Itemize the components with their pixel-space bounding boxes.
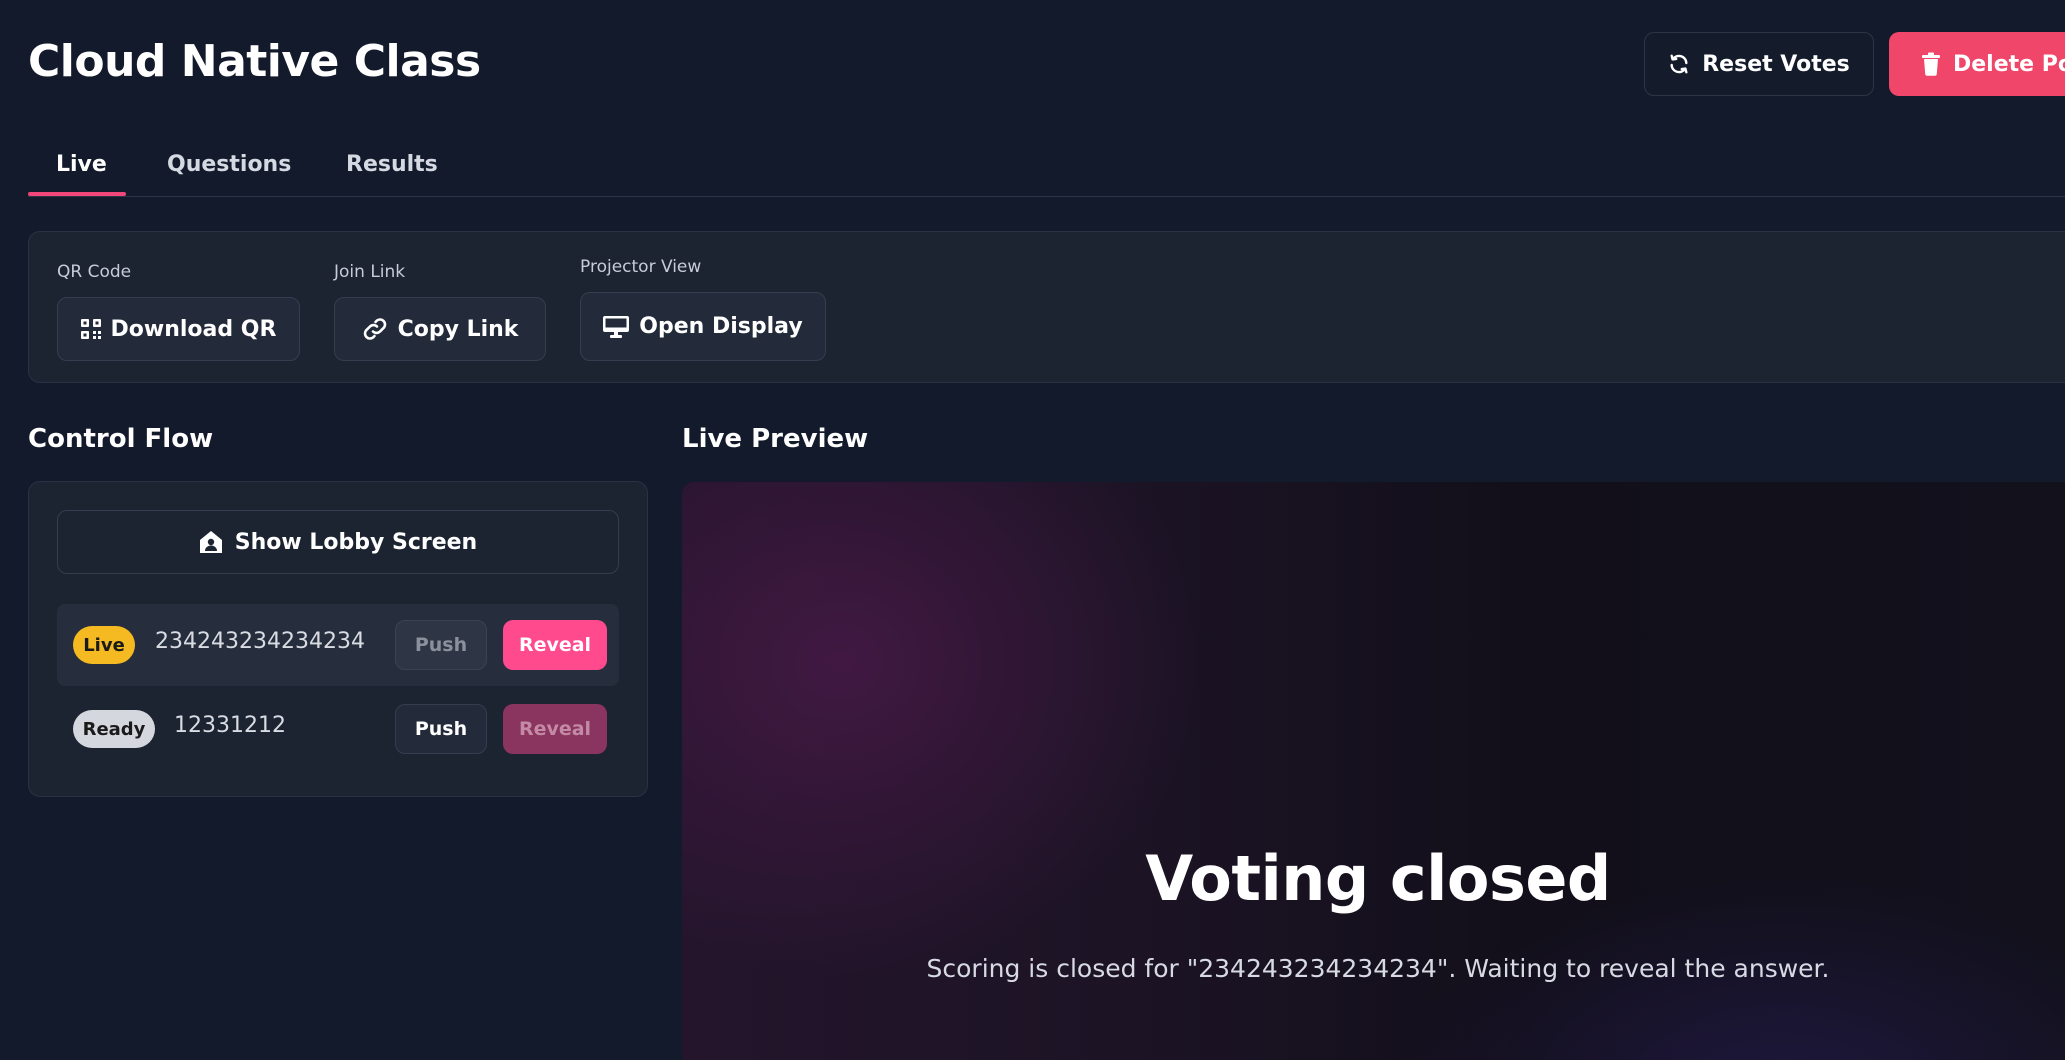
qr-code-label: QR Code (57, 262, 132, 282)
page-title: Cloud Native Class (28, 36, 481, 87)
join-link-label: Join Link (334, 262, 406, 282)
download-qr-button[interactable]: Download QR (57, 297, 300, 361)
projector-view-label: Projector View (580, 257, 702, 277)
status-badge: Ready (73, 710, 155, 748)
open-display-button[interactable]: Open Display (580, 292, 826, 361)
question-text: 12331212 (174, 713, 286, 738)
control-flow-title: Control Flow (28, 424, 214, 454)
question-row: Live 234243234234234 Push Reveal (57, 604, 619, 686)
page: Cloud Native Class Reset Votes Delete Po… (0, 0, 2065, 1060)
open-display-label: Open Display (639, 314, 803, 339)
reset-votes-button[interactable]: Reset Votes (1644, 32, 1874, 96)
monitor-icon (603, 315, 630, 338)
live-preview-screen: Voting closed Scoring is closed for "234… (682, 482, 2065, 1060)
control-flow-panel: Show Lobby Screen Live 234243234234234 P… (28, 481, 648, 797)
show-lobby-button[interactable]: Show Lobby Screen (57, 510, 619, 574)
qr-code-icon (80, 319, 101, 339)
active-tab-indicator (28, 192, 126, 196)
trash-icon (1921, 52, 1941, 76)
tab-questions[interactable]: Questions (167, 152, 291, 177)
reset-votes-label: Reset Votes (1702, 51, 1850, 77)
question-row: Ready 12331212 Push Reveal (57, 688, 619, 770)
question-text: 234243234234234 (155, 629, 365, 654)
status-badge: Live (73, 626, 135, 664)
share-panel: QR Code Download QR Join Link Copy Link … (28, 231, 2065, 383)
tab-live[interactable]: Live (56, 152, 107, 177)
live-preview-title: Live Preview (682, 424, 869, 454)
preview-message: Scoring is closed for "234243234234234".… (926, 954, 1830, 983)
copy-link-button[interactable]: Copy Link (334, 297, 546, 361)
push-button[interactable]: Push (395, 704, 487, 754)
copy-link-label: Copy Link (397, 316, 519, 342)
tab-bar: Live Questions Results (28, 142, 2065, 197)
delete-poll-button[interactable]: Delete Poll (1889, 32, 2065, 96)
reveal-button[interactable]: Reveal (503, 620, 607, 670)
download-qr-label: Download QR (110, 316, 277, 342)
reveal-button[interactable]: Reveal (503, 704, 607, 754)
refresh-icon (1668, 53, 1690, 75)
tab-results[interactable]: Results (346, 152, 438, 177)
push-button[interactable]: Push (395, 620, 487, 670)
preview-heading: Voting closed (1145, 842, 1611, 915)
delete-poll-label: Delete Poll (1953, 51, 2065, 77)
show-lobby-label: Show Lobby Screen (234, 529, 478, 555)
home-user-icon (199, 530, 223, 554)
link-icon (362, 318, 388, 340)
